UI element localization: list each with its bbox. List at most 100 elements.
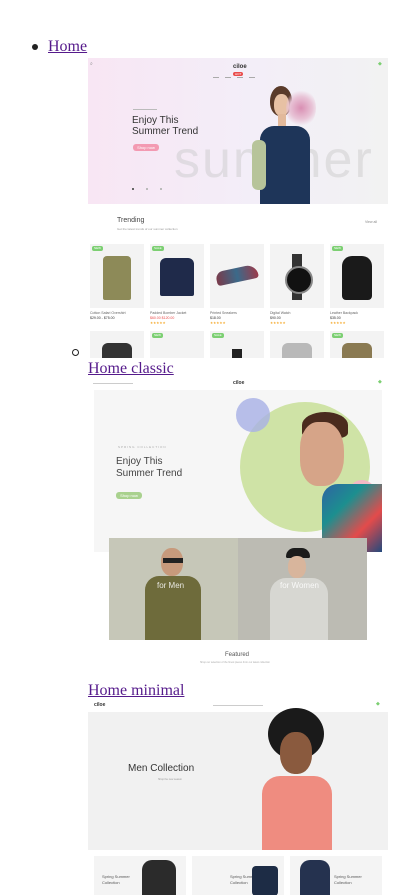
- cart-icon[interactable]: ◆: [378, 379, 382, 385]
- hero-subtitle: Shop the new season: [158, 778, 183, 781]
- product-image: [103, 256, 131, 300]
- product-image: [232, 349, 242, 358]
- tile-image: [142, 860, 176, 895]
- menu-link-home-classic[interactable]: Home classic: [88, 360, 174, 378]
- nav-item[interactable]: [249, 77, 255, 78]
- preview-home-classic[interactable]: ciloe ◆ SPRING COLLECTION Enjoy This Sum…: [88, 378, 388, 680]
- hero-subtitle: SPRING COLLECTION: [118, 445, 167, 449]
- product-rating: ★★★★★: [330, 321, 346, 325]
- nav-hot-badge: HOT: [233, 72, 244, 76]
- tile-title: Spring Summer Collection: [334, 874, 362, 885]
- tile-image: [252, 866, 278, 895]
- product-grid: NEW SALE NEW Cotton Safari Overshirt $29…: [90, 244, 388, 328]
- product-image: [215, 263, 259, 287]
- banner-model-image: [145, 548, 201, 640]
- product-card[interactable]: [270, 244, 324, 308]
- section-subtitle-featured: Shop our selection of the finest pieces …: [200, 661, 271, 664]
- hero-blue-circle: [236, 398, 270, 432]
- product-name[interactable]: Padded Bomber Jacket: [150, 311, 186, 315]
- hero-banner: ⌕ ciloe HOT ◆ Enjoy This Summer Trend Sh…: [88, 58, 388, 204]
- section-title-featured: Featured: [225, 652, 250, 658]
- list-bullet: [72, 349, 79, 356]
- product-card[interactable]: [90, 331, 144, 358]
- tile-image: [300, 860, 330, 895]
- product-image: [342, 343, 372, 358]
- menu-link-home[interactable]: Home: [48, 38, 87, 56]
- banner-label-women[interactable]: for Women: [280, 581, 319, 590]
- product-image: [102, 343, 132, 358]
- product-price: $60.00 $120.00: [150, 316, 175, 320]
- tile-title: Spring Summer Collection: [102, 874, 130, 885]
- preview-home-minimal[interactable]: ciloe ◆ Men Collection Shop the new seas…: [88, 700, 388, 895]
- product-name[interactable]: Leather Backpack: [330, 311, 358, 315]
- list-bullet: [32, 44, 38, 50]
- product-card[interactable]: [270, 331, 324, 358]
- site-logo[interactable]: ciloe: [233, 380, 244, 386]
- product-name[interactable]: Printed Sneakers: [210, 311, 237, 315]
- product-name[interactable]: Digital Watch: [270, 311, 291, 315]
- site-header: ciloe ◆: [88, 378, 388, 390]
- view-all-link[interactable]: View all: [365, 220, 377, 224]
- hero-title: Men Collection: [128, 763, 195, 774]
- hero-kicker: [133, 109, 157, 110]
- hero-banner: Men Collection Shop the new season: [88, 708, 388, 850]
- hero-model-image: [254, 708, 364, 850]
- category-banner-men[interactable]: for Men: [109, 538, 238, 640]
- nav-item[interactable]: [225, 77, 231, 78]
- product-image: [282, 343, 312, 358]
- site-logo[interactable]: ciloe: [233, 64, 247, 70]
- hero-slider-dots[interactable]: [132, 186, 172, 192]
- category-banner-women[interactable]: for Women: [238, 538, 367, 640]
- slider-dot[interactable]: [146, 188, 148, 190]
- preview-home[interactable]: ⌕ ciloe HOT ◆ Enjoy This Summer Trend Sh…: [88, 58, 388, 358]
- product-price: $29.00 - $75.00: [90, 316, 115, 320]
- product-badge: SALE: [212, 333, 224, 338]
- product-card[interactable]: NEW: [330, 244, 384, 308]
- product-card[interactable]: SALE: [150, 244, 204, 308]
- header-nav: [93, 383, 133, 384]
- product-name[interactable]: Cotton Safari Overshirt: [90, 311, 126, 315]
- hero-shop-button[interactable]: Shop now: [133, 144, 159, 151]
- cart-icon[interactable]: ◆: [378, 61, 382, 67]
- product-image: [160, 258, 194, 296]
- product-grid-row2: NEW SALE NEW: [90, 331, 388, 358]
- product-card[interactable]: NEW: [150, 331, 204, 358]
- section-title-trending: Trending: [117, 217, 145, 224]
- product-price: $35.00: [330, 316, 341, 320]
- product-card[interactable]: NEW: [90, 244, 144, 308]
- product-badge: NEW: [332, 246, 343, 251]
- product-price: $18.00: [210, 316, 221, 320]
- category-tile[interactable]: Spring Summer Collection: [94, 856, 186, 895]
- cart-icon[interactable]: ◆: [376, 701, 380, 707]
- category-tiles: Spring Summer Collection Spring Summer C…: [94, 856, 388, 895]
- product-badge: SALE: [152, 246, 164, 251]
- product-card[interactable]: NEW: [330, 331, 384, 358]
- product-image: [342, 256, 372, 300]
- hero-shop-button[interactable]: Shop now: [116, 492, 142, 499]
- header-nav: [213, 705, 263, 706]
- slider-dot[interactable]: [132, 188, 134, 190]
- hero-title: Enjoy This Summer Trend: [116, 456, 183, 479]
- banner-label-men[interactable]: for Men: [157, 581, 184, 590]
- site-header: ciloe ◆: [88, 700, 388, 712]
- category-tile[interactable]: Spring Summer Collection: [290, 856, 382, 895]
- product-badge: NEW: [92, 246, 103, 251]
- product-rating: ★★★★★: [150, 321, 166, 325]
- product-rating: ★★★★★: [210, 321, 226, 325]
- category-tile[interactable]: Spring Summer Collection: [192, 856, 284, 895]
- nav-item[interactable]: [237, 77, 243, 78]
- slider-dot[interactable]: [160, 188, 162, 190]
- nav-item[interactable]: [213, 77, 219, 78]
- menu-link-home-minimal[interactable]: Home minimal: [88, 682, 184, 700]
- header-search-icon[interactable]: ⌕: [90, 61, 93, 67]
- hero-model-image: [252, 82, 318, 204]
- hero-model-image: [292, 412, 382, 552]
- site-logo[interactable]: ciloe: [94, 702, 105, 708]
- product-card[interactable]: SALE: [210, 331, 264, 358]
- product-badge: NEW: [152, 333, 163, 338]
- product-card[interactable]: [210, 244, 264, 308]
- section-subtitle-trending: Get the latest trends of our summer coll…: [117, 227, 178, 231]
- main-nav: [213, 77, 263, 79]
- hero-banner: SPRING COLLECTION Enjoy This Summer Tren…: [94, 390, 382, 552]
- product-badge: NEW: [332, 333, 343, 338]
